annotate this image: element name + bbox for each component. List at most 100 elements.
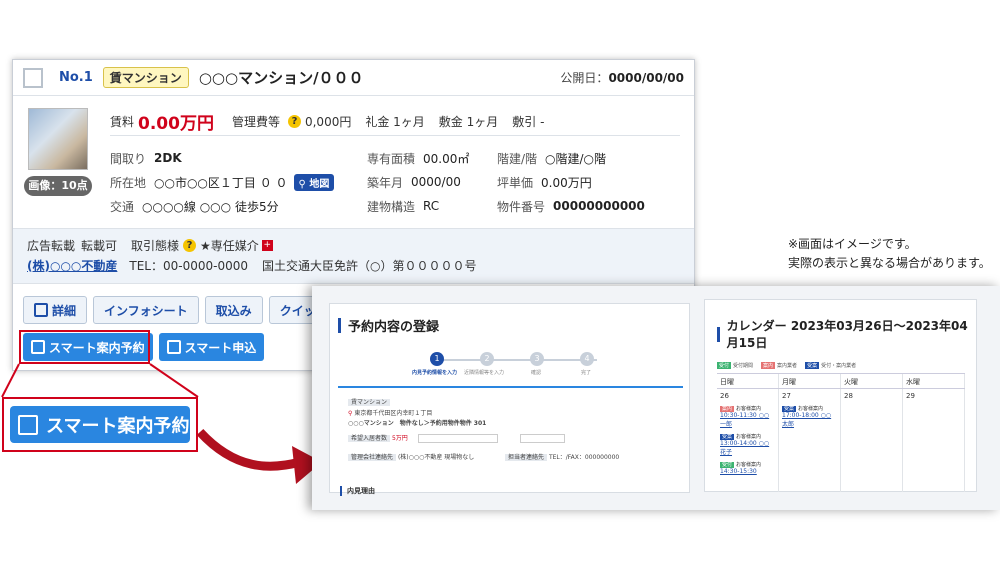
smart-apply-button[interactable]: スマート申込 (158, 333, 265, 361)
reservation-property: ○○○マンション 物件なし＞予約用物件物件 301 (348, 420, 487, 427)
property-name[interactable]: ○○○マンション/０００ (199, 67, 364, 88)
floor-label: 階建/階 (497, 151, 538, 166)
calendar-event[interactable]: 10:30-11:30 ○○一郎 (720, 412, 775, 428)
built-label: 築年月 (367, 175, 404, 190)
deal-value: ★専任媒介 (200, 238, 259, 253)
help-icon[interactable]: ? (183, 238, 197, 252)
highlight-box (19, 330, 150, 364)
calendar-day[interactable]: 26 案内 お客様案内 10:30-11:30 ○○一郎 受案 お客様案内 13:00-… (717, 389, 779, 492)
address-label: 所在地 (110, 175, 147, 190)
form-icon (166, 340, 181, 354)
step-indicator: 1 2 3 4 内見予約情報を入力 近隣情報等を入力 確認 完了 (412, 352, 605, 382)
calendar-event[interactable]: 13:00-14:00 ○○花子 (720, 440, 775, 456)
step-2: 近隣情報等を入力 (464, 370, 505, 376)
day-header: 月曜 (779, 374, 841, 388)
listing-number: No.1 (59, 70, 93, 85)
calendar-event[interactable]: 17:00-18:00 ○○太郎 (782, 412, 837, 428)
booking-screenshot: 予約内容の登録 1 2 3 4 内見予約情報を入力 近隣情報等を入力 確認 完了… (312, 286, 1000, 510)
disclaimer-line2: 実際の表示と異なる場合があります。 (788, 256, 991, 270)
reservation-rent: 5万円 (391, 435, 408, 442)
calendar-day[interactable]: 27 受案 お客様案内 17:00-18:00 ○○太郎 (779, 389, 841, 492)
zoomed-smart-booking: スマート案内予約 (2, 397, 198, 452)
reservation-address: 東京都千代田区内幸町１丁目 (354, 410, 433, 417)
day-header: 日曜 (717, 374, 779, 388)
property-type-badge: 賃マンション (102, 67, 189, 88)
layout-label: 間取り (110, 151, 147, 166)
ad-value: 転載可 (81, 238, 118, 253)
mgmt-label: 管理費等 (231, 115, 280, 129)
discount-value: 敷引 - (512, 115, 545, 129)
calendar-panel: カレンダー 2023年03月26日～2023年04月15日 受付 受付期間 案内案… (704, 299, 977, 492)
calendar-title-row: カレンダー 2023年03月26日～2023年04月15日 (717, 317, 976, 351)
address-value: ○○市○○区１丁目 ０ ０ (154, 175, 288, 190)
rent-label: 賃料 (110, 115, 135, 129)
transport-value: ○○○○線 ○○○ 徒歩5分 (142, 199, 279, 214)
property-photo[interactable] (28, 108, 88, 170)
property-no-value: 00000000000 (553, 199, 645, 213)
calendar-day[interactable]: 28 (841, 389, 903, 492)
step-4: 完了 (581, 370, 592, 376)
calendar-legend: 受付 受付期間 案内 案内業者 受案 受付・案内業者 (717, 362, 857, 369)
disclaimer-line1: ※画面はイメージです。 (788, 237, 917, 251)
mgmt-value: 0,000円 (304, 115, 352, 129)
company-link[interactable]: (株)○○○不動産 (27, 257, 117, 274)
contact-tag: 担当者連絡先 (505, 454, 548, 461)
zoomed-smart-booking-button[interactable]: スマート案内予約 (10, 406, 190, 443)
action-buttons: 詳細 インフォシート 取込み クイック2次 (23, 296, 337, 324)
key-money-value: 敷金 1ヶ月 (438, 115, 499, 129)
reason-heading: 内見理由 (340, 486, 375, 496)
ad-info: 広告転載 転載可 取引態様 ? ★専任媒介 + (株)○○○不動産 TEL：00… (13, 228, 694, 284)
infosheet-button[interactable]: インフォシート (93, 296, 199, 324)
input-field[interactable] (418, 434, 498, 443)
company-tel: TEL：00-0000-0000 (129, 258, 248, 273)
reservation-tel: TEL：/FAX：000000000 (548, 454, 620, 461)
step-1: 内見予約情報を入力 (412, 370, 458, 376)
published-date: 公開日：0000/00/00 (560, 71, 684, 85)
unit-price-label: 坪単価 (497, 175, 534, 190)
company-tag: 管理会社連絡先 (348, 454, 397, 461)
reservation-title: 予約内容の登録 (348, 320, 440, 335)
deal-label: 取引態様 (131, 238, 180, 253)
plus-icon[interactable]: + (261, 239, 273, 251)
disclaimer-note: ※画面はイメージです。 実際の表示と異なる場合があります。 (788, 235, 991, 273)
structure-value: RC (423, 199, 440, 213)
select-checkbox[interactable] (23, 67, 43, 88)
torikomi-button[interactable]: 取込み (204, 296, 263, 324)
map-button[interactable]: ⚲ 地図 (293, 173, 335, 191)
property-details: 間取り 2DK 専有面積 00.00㎡ 階建/階 ○階建/○階 所在地 ○○市○○区１丁… (110, 146, 680, 218)
calendar-icon (18, 414, 38, 435)
calendar-event[interactable]: 14:30-15:30 (720, 468, 775, 475)
layout-value: 2DK (154, 151, 182, 165)
day-header: 水曜 (903, 374, 965, 388)
calendar-grid: 日曜 月曜 火曜 水曜 26 案内 お客様案内 10:30-11:30 ○○一郎 受… (717, 373, 965, 492)
deposit-value: 礼金 1ヶ月 (365, 115, 425, 129)
reservation-title-row: 予約内容の登録 (338, 316, 439, 335)
ad-label: 広告転載 (27, 238, 76, 253)
help-icon[interactable]: ? (287, 115, 301, 128)
area-value: 00.00㎡ (423, 151, 470, 166)
price-row: 賃料 0.00万円 管理費等 ? 0,000円 礼金 1ヶ月 敷金 1ヶ月 敷引… (110, 108, 680, 136)
calendar-day[interactable]: 29 (903, 389, 965, 492)
rent-value: 0.00万円 (138, 114, 214, 134)
reservation-panel: 予約内容の登録 1 2 3 4 内見予約情報を入力 近隣情報等を入力 確認 完了… (329, 303, 690, 496)
step-3: 確認 (531, 370, 542, 376)
input-field[interactable] (520, 434, 565, 443)
rent-tag: 希望入居者数 (348, 435, 391, 442)
document-icon (34, 303, 48, 317)
photo-count-badge[interactable]: 画像：10点 (24, 176, 92, 196)
floor-value: ○階建/○階 (545, 151, 607, 166)
area-label: 専有面積 (367, 151, 416, 166)
property-tag: 賃マンション (348, 399, 391, 406)
built-value: 0000/00 (411, 175, 461, 189)
card-header: No.1 賃マンション ○○○マンション/０００ 公開日：0000/00/00 (13, 60, 694, 96)
transport-label: 交通 (110, 199, 135, 214)
property-no-label: 物件番号 (497, 199, 546, 214)
card-body: 画像：10点 賃料 0.00万円 管理費等 ? 0,000円 礼金 1ヶ月 敷金… (13, 96, 694, 221)
detail-button[interactable]: 詳細 (23, 296, 88, 324)
unit-price-value: 0.00万円 (541, 175, 592, 190)
calendar-title: カレンダー 2023年03月26日～2023年04月15日 (726, 319, 968, 350)
reservation-company: (株)○○○不動産 現場物なし (397, 454, 475, 461)
company-license: 国土交通大臣免許（○）第０００００号 (262, 258, 477, 273)
structure-label: 建物構造 (367, 199, 416, 214)
day-header: 火曜 (841, 374, 903, 388)
